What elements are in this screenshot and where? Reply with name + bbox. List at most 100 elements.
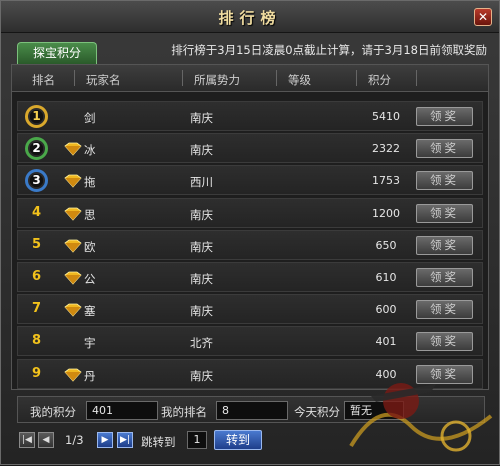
deadline-notice: 排行榜于3月15日凌晨0点截止计算，请于3月18日前领取奖励 <box>171 43 487 57</box>
today-score-value: 暂无 <box>344 401 404 420</box>
last-page-button[interactable]: ▶| <box>117 432 133 448</box>
player-faction: 南庆 <box>190 207 213 222</box>
player-score: 600 <box>375 303 397 317</box>
rank-number: 1 <box>32 109 41 123</box>
player-name: 拖 <box>84 175 96 190</box>
pagination: |◀ ◀ 1/3 ▶ ▶| 跳转到 1 转到 <box>11 429 491 457</box>
player-name: 丹 <box>84 368 96 383</box>
claim-reward-button[interactable]: 领奖 <box>416 300 473 320</box>
tab-treasure-points[interactable]: 探宝积分 <box>17 42 97 64</box>
rank-number: 3 <box>32 173 41 188</box>
table-row: 2 冰 南庆 2322 领奖 <box>17 133 483 164</box>
player-score: 2322 <box>372 142 400 156</box>
player-name: 思 <box>84 207 96 222</box>
header-divider <box>416 70 417 86</box>
table-row: 9 丹 南庆 400 领奖 <box>17 358 483 389</box>
close-button[interactable]: ✕ <box>474 8 492 26</box>
header-rank: 排名 <box>32 73 55 87</box>
my-stats-bar: 我的积分 401 我的排名 8 今天积分 暂无 <box>17 396 485 423</box>
player-name: 公 <box>84 271 96 286</box>
player-score: 1753 <box>372 174 400 188</box>
player-faction: 西川 <box>190 175 213 190</box>
player-score: 610 <box>375 270 397 284</box>
my-score-label: 我的积分 <box>30 405 76 419</box>
table-row: 5 欧 南庆 650 领奖 <box>17 229 483 260</box>
rank-medal-icon: 3 <box>25 169 48 193</box>
player-faction: 南庆 <box>190 143 213 158</box>
rank-number: 8 <box>32 333 42 349</box>
claim-reward-button[interactable]: 领奖 <box>416 107 473 126</box>
title-bar: 排行榜 ✕ <box>1 1 499 33</box>
player-score: 5410 <box>372 110 400 123</box>
player-score: 400 <box>375 367 397 381</box>
player-name: 冰 <box>84 143 96 158</box>
claim-reward-button[interactable]: 领奖 <box>416 267 473 287</box>
my-rank-label: 我的排名 <box>161 405 207 419</box>
claim-reward-button[interactable]: 领奖 <box>416 332 473 352</box>
table-row: 1 剑 南庆 5410 领奖 <box>17 101 483 131</box>
leaderboard-window: 排行榜 ✕ 探宝积分 排行榜于3月15日凌晨0点截止计算，请于3月18日前领取奖… <box>0 0 500 465</box>
player-faction: 北齐 <box>190 336 213 351</box>
claim-reward-button[interactable]: 领奖 <box>416 171 473 191</box>
vip-diamond-icon <box>64 142 82 156</box>
player-score: 401 <box>375 335 397 349</box>
rank-number: 5 <box>32 236 42 252</box>
rank-number: 2 <box>32 141 41 156</box>
table-row: 3 拖 西川 1753 领奖 <box>17 165 483 196</box>
claim-reward-button[interactable]: 领奖 <box>416 139 473 159</box>
player-faction: 南庆 <box>190 368 213 383</box>
player-faction: 南庆 <box>190 304 213 319</box>
header-divider <box>356 70 357 86</box>
page-indicator: 1/3 <box>65 433 84 447</box>
goto-page-input[interactable]: 1 <box>187 431 207 449</box>
table-row: 4 思 南庆 1200 领奖 <box>17 197 483 228</box>
ranking-list: 1 剑 南庆 5410 领奖 2 冰 南庆 2322 领奖 3 拖 西川 175… <box>17 101 483 391</box>
rank-number: 9 <box>32 365 42 381</box>
player-name: 剑 <box>84 111 96 125</box>
header-faction: 所属势力 <box>194 73 240 87</box>
player-faction: 南庆 <box>190 111 213 125</box>
window-title: 排行榜 <box>218 9 282 27</box>
header-player: 玩家名 <box>86 73 121 87</box>
next-page-button[interactable]: ▶ <box>97 432 113 448</box>
vip-diamond-icon <box>64 368 82 382</box>
rank-number: 7 <box>32 301 42 317</box>
player-faction: 南庆 <box>190 271 213 286</box>
vip-diamond-icon <box>64 239 82 253</box>
vip-diamond-icon <box>64 174 82 188</box>
player-name: 宇 <box>84 336 96 351</box>
header-level: 等级 <box>288 73 311 87</box>
rank-number: 6 <box>32 268 42 284</box>
player-name: 塞 <box>84 304 96 319</box>
goto-label: 跳转到 <box>141 435 176 449</box>
claim-reward-button[interactable]: 领奖 <box>416 235 473 255</box>
vip-diamond-icon <box>64 303 82 317</box>
player-score: 650 <box>375 238 397 252</box>
player-faction: 南庆 <box>190 239 213 254</box>
table-row: 8 宇 北齐 401 领奖 <box>17 326 483 357</box>
first-page-button[interactable]: |◀ <box>19 432 35 448</box>
claim-reward-button[interactable]: 领奖 <box>416 364 473 384</box>
table-header: 排名 玩家名 所属势力 等级 积分 <box>12 65 488 92</box>
header-divider <box>276 70 277 86</box>
prev-page-button[interactable]: ◀ <box>38 432 54 448</box>
header-divider <box>182 70 183 86</box>
rank-number: 4 <box>32 204 42 220</box>
my-rank-value: 8 <box>216 401 288 420</box>
player-name: 欧 <box>84 239 96 254</box>
today-score-label: 今天积分 <box>294 405 340 419</box>
header-score: 积分 <box>368 73 391 87</box>
player-score: 1200 <box>372 206 400 220</box>
my-score-value: 401 <box>86 401 158 420</box>
close-icon: ✕ <box>477 10 489 24</box>
vip-diamond-icon <box>64 271 82 285</box>
rank-medal-icon: 1 <box>25 105 48 128</box>
table-row: 6 公 南庆 610 领奖 <box>17 261 483 292</box>
rank-medal-icon: 2 <box>25 137 48 161</box>
claim-reward-button[interactable]: 领奖 <box>416 203 473 223</box>
header-divider <box>74 70 75 86</box>
ranking-panel: 排名 玩家名 所属势力 等级 积分 1 剑 南庆 5410 领奖 2 冰 南庆 … <box>11 64 489 390</box>
goto-button[interactable]: 转到 <box>214 430 262 450</box>
table-row: 7 塞 南庆 600 领奖 <box>17 294 483 325</box>
vip-diamond-icon <box>64 207 82 221</box>
